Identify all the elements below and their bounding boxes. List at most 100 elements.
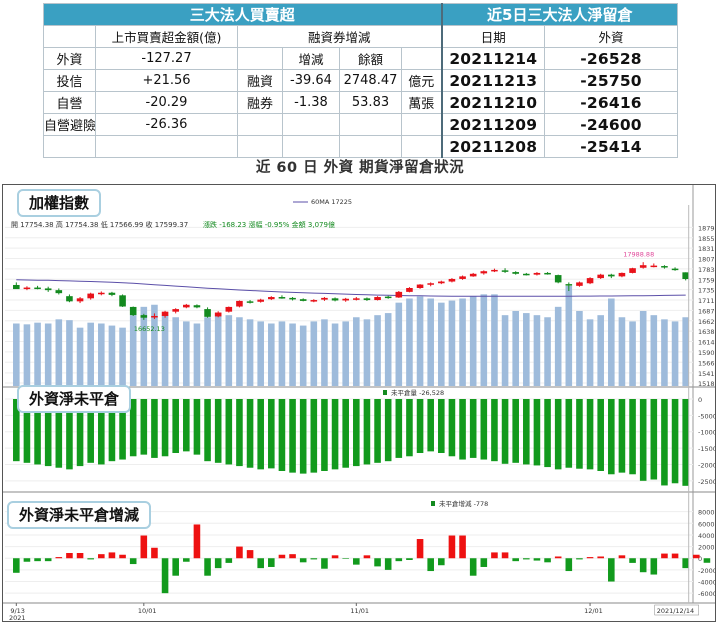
y-tick-label: 6000 bbox=[698, 520, 715, 528]
row-name: 自營避險 bbox=[43, 113, 96, 136]
oi-change-bar bbox=[693, 554, 700, 559]
ohlc-text: 開 17754.38 高 17754.38 低 17566.99 收 17599… bbox=[11, 220, 188, 229]
volume-bar bbox=[204, 317, 211, 386]
volume-bar bbox=[416, 296, 424, 386]
oi-change-bar bbox=[491, 552, 498, 559]
oi-change-bar bbox=[225, 558, 233, 563]
net-oi-bar bbox=[438, 399, 445, 453]
oi-change-bar bbox=[427, 558, 434, 572]
row-amount: -127.27 bbox=[95, 47, 238, 70]
oi-change-bar bbox=[544, 558, 551, 563]
net-oi-bar bbox=[629, 399, 636, 475]
y-tick-label: 16147 bbox=[698, 339, 715, 347]
oi-change-bar bbox=[76, 553, 84, 559]
net-oi-bar bbox=[491, 399, 498, 462]
candle-body bbox=[140, 315, 148, 318]
oi-change-bar bbox=[448, 535, 456, 559]
oi-change-bar bbox=[501, 552, 509, 559]
candle-body bbox=[533, 272, 541, 275]
margin-unit: 萬張 bbox=[400, 91, 443, 114]
position-date: 20211208 bbox=[440, 135, 546, 158]
candle-body bbox=[214, 312, 222, 317]
row-amount: -26.36 bbox=[95, 113, 238, 136]
volume-bar bbox=[459, 298, 466, 386]
net-oi-bar bbox=[236, 399, 243, 467]
position-date: 20211213 bbox=[440, 69, 546, 92]
net-oi-bar bbox=[501, 399, 509, 464]
candle-body bbox=[671, 268, 679, 271]
change-text: 漲跌 -168.23 漲幅 -0.95% 金額 3,079億 bbox=[203, 220, 335, 229]
candle-body bbox=[480, 271, 488, 274]
net-oi-bar bbox=[523, 399, 530, 465]
oi-change-bar bbox=[565, 558, 573, 572]
margin-balance: 53.83 bbox=[339, 91, 402, 114]
candle-body bbox=[66, 296, 73, 302]
position-value: -25750 bbox=[544, 69, 679, 92]
net-oi-bar bbox=[480, 399, 488, 460]
volume-bar bbox=[172, 317, 179, 386]
row-name: 投信 bbox=[43, 69, 96, 92]
ma60-line bbox=[16, 279, 686, 297]
net-oi-bar bbox=[193, 399, 201, 455]
net-oi-bar bbox=[172, 399, 179, 453]
net-oi-bar bbox=[161, 399, 169, 457]
oi-change-bar bbox=[374, 558, 381, 567]
row-name: 外資 bbox=[43, 47, 96, 70]
y-tick-label: -2000 bbox=[698, 567, 715, 575]
volume-bar bbox=[406, 298, 413, 386]
institutional-summary-table: 三大法人買賣超 近5日三大法人淨留倉 上市買賣超金額(億) 融資券增減 日期 外… bbox=[42, 3, 679, 158]
oi-change-bar bbox=[384, 558, 392, 570]
volume-bar bbox=[682, 317, 689, 386]
volume-bar bbox=[108, 325, 116, 386]
volume-bar bbox=[55, 319, 63, 386]
margin-change: -1.38 bbox=[282, 91, 340, 114]
oi-change-bar bbox=[469, 558, 477, 576]
chart-subtitle: 近 60 日 外資 期貨淨留倉狀況 bbox=[255, 160, 465, 176]
legend2-swatch bbox=[383, 390, 387, 395]
oi-change-bar bbox=[214, 558, 222, 569]
legend2-text: 未平倉量 -26,528 bbox=[391, 388, 444, 397]
y-tick-label: 17834 bbox=[698, 266, 715, 274]
volume-bar bbox=[87, 322, 94, 386]
y-tick-label: 18798 bbox=[698, 224, 715, 232]
net-oi-bar bbox=[353, 399, 360, 467]
candle-body bbox=[13, 284, 20, 290]
net-oi-bar bbox=[140, 399, 148, 455]
y-tick-label: 17593 bbox=[698, 276, 715, 284]
candle-body bbox=[554, 275, 562, 283]
oi-change-bar bbox=[353, 558, 360, 565]
y-tick-label: 17111 bbox=[698, 297, 715, 305]
volume-bar bbox=[44, 323, 52, 386]
oi-change-bar bbox=[161, 558, 169, 594]
volume-bar bbox=[214, 313, 222, 386]
oi-change-bar bbox=[236, 546, 243, 559]
volume-bar bbox=[480, 294, 488, 386]
net-oi-bar bbox=[374, 399, 381, 463]
candle-body bbox=[353, 298, 360, 300]
margin-balance: 2748.47 bbox=[339, 69, 402, 92]
oi-change-bar bbox=[193, 524, 201, 559]
candle-body bbox=[342, 298, 349, 301]
candle-body bbox=[204, 309, 211, 317]
net-oi-bar bbox=[289, 399, 296, 473]
candle-body bbox=[661, 266, 668, 268]
net-oi-bar bbox=[321, 399, 328, 471]
volume-bar bbox=[384, 313, 392, 386]
candle-body bbox=[639, 265, 647, 268]
y-tick-label: 0 bbox=[698, 396, 702, 404]
oi-change-bar bbox=[268, 558, 275, 567]
oi-change-bar bbox=[129, 558, 137, 565]
net-oi-bar bbox=[395, 399, 403, 458]
candle-body bbox=[161, 311, 169, 316]
oi-change-bar bbox=[98, 554, 105, 559]
net-oi-bar bbox=[586, 399, 594, 470]
volume-bar bbox=[661, 319, 668, 386]
net-oi-bar bbox=[671, 399, 679, 484]
net-oi-bar bbox=[183, 399, 190, 452]
chart-frame: 15183 15419 15665 15906 16147 16388 16629 16870… bbox=[2, 184, 716, 622]
position-date: 20211210 bbox=[440, 91, 546, 114]
oi-change-bar bbox=[395, 558, 403, 562]
net-oi-bar bbox=[257, 399, 264, 470]
volume-bar bbox=[183, 321, 190, 386]
candle-body bbox=[172, 309, 179, 312]
